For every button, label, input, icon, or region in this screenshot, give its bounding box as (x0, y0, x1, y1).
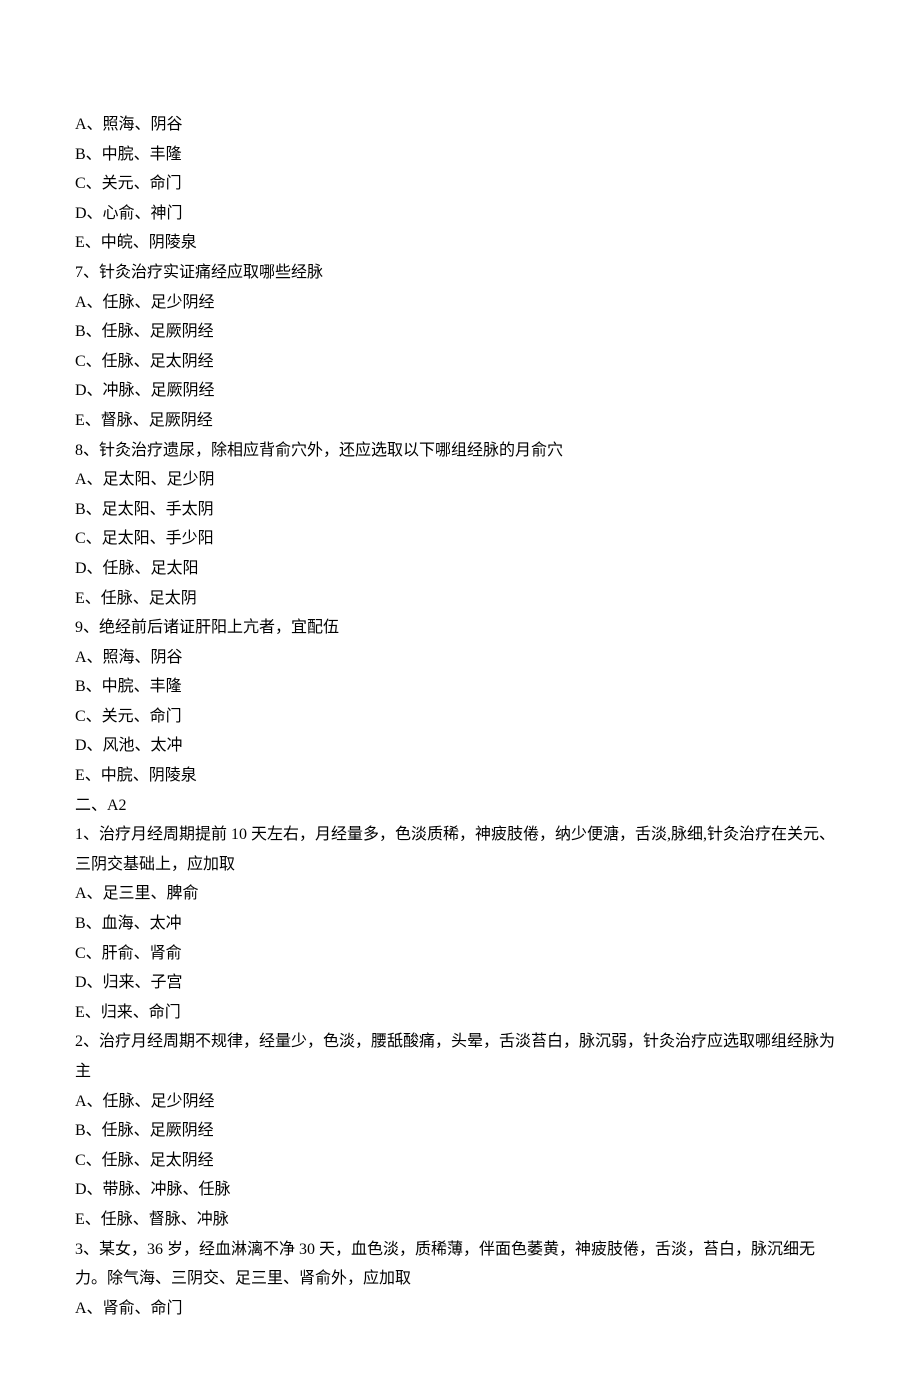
text-line: E、归来、命门 (75, 998, 845, 1028)
text-line: A、照海、阴谷 (75, 643, 845, 673)
text-line: A、足三里、脾俞 (75, 879, 845, 909)
text-line: B、任脉、足厥阴经 (75, 1116, 845, 1146)
text-line: C、关元、命门 (75, 702, 845, 732)
text-line: B、中脘、丰隆 (75, 140, 845, 170)
text-line: E、任脉、足太阴 (75, 584, 845, 614)
text-line: D、归来、子宫 (75, 968, 845, 998)
text-line: A、任脉、足少阴经 (75, 288, 845, 318)
text-line: 2、治疗月经周期不规律，经量少，色淡，腰舐酸痛，头晕，舌淡苔白，脉沉弱，针灸治疗… (75, 1027, 845, 1086)
text-line: 二、A2 (75, 791, 845, 821)
text-line: C、肝俞、肾俞 (75, 939, 845, 969)
text-line: C、足太阳、手少阳 (75, 524, 845, 554)
text-line: 1、治疗月经周期提前 10 天左右，月经量多，色淡质稀，神疲肢倦，纳少便溏，舌淡… (75, 820, 845, 879)
text-line: 3、某女，36 岁，经血淋漓不净 30 天，血色淡，质稀薄，伴面色萎黄，神疲肢倦… (75, 1235, 845, 1294)
text-line: D、风池、太冲 (75, 731, 845, 761)
text-line: A、足太阳、足少阴 (75, 465, 845, 495)
text-line: E、督脉、足厥阴经 (75, 406, 845, 436)
text-line: C、关元、命门 (75, 169, 845, 199)
text-line: D、心俞、神门 (75, 199, 845, 229)
text-line: B、任脉、足厥阴经 (75, 317, 845, 347)
text-line: E、中脘、阴陵泉 (75, 761, 845, 791)
text-line: D、任脉、足太阳 (75, 554, 845, 584)
text-line: E、任脉、督脉、冲脉 (75, 1205, 845, 1235)
document-body: A、照海、阴谷B、中脘、丰隆C、关元、命门D、心俞、神门E、中皖、阴陵泉7、针灸… (75, 110, 845, 1323)
text-line: A、任脉、足少阴经 (75, 1087, 845, 1117)
text-line: C、任脉、足太阴经 (75, 347, 845, 377)
text-line: B、血海、太冲 (75, 909, 845, 939)
text-line: D、带脉、冲脉、任脉 (75, 1175, 845, 1205)
text-line: C、任脉、足太阴经 (75, 1146, 845, 1176)
text-line: 7、针灸治疗实证痛经应取哪些经脉 (75, 258, 845, 288)
text-line: B、中脘、丰隆 (75, 672, 845, 702)
text-line: 9、绝经前后诸证肝阳上亢者，宜配伍 (75, 613, 845, 643)
text-line: A、照海、阴谷 (75, 110, 845, 140)
text-line: B、足太阳、手太阴 (75, 495, 845, 525)
text-line: D、冲脉、足厥阴经 (75, 376, 845, 406)
text-line: 8、针灸治疗遗尿，除相应背俞穴外，还应选取以下哪组经脉的月俞穴 (75, 436, 845, 466)
text-line: E、中皖、阴陵泉 (75, 228, 845, 258)
text-line: A、肾俞、命门 (75, 1294, 845, 1324)
